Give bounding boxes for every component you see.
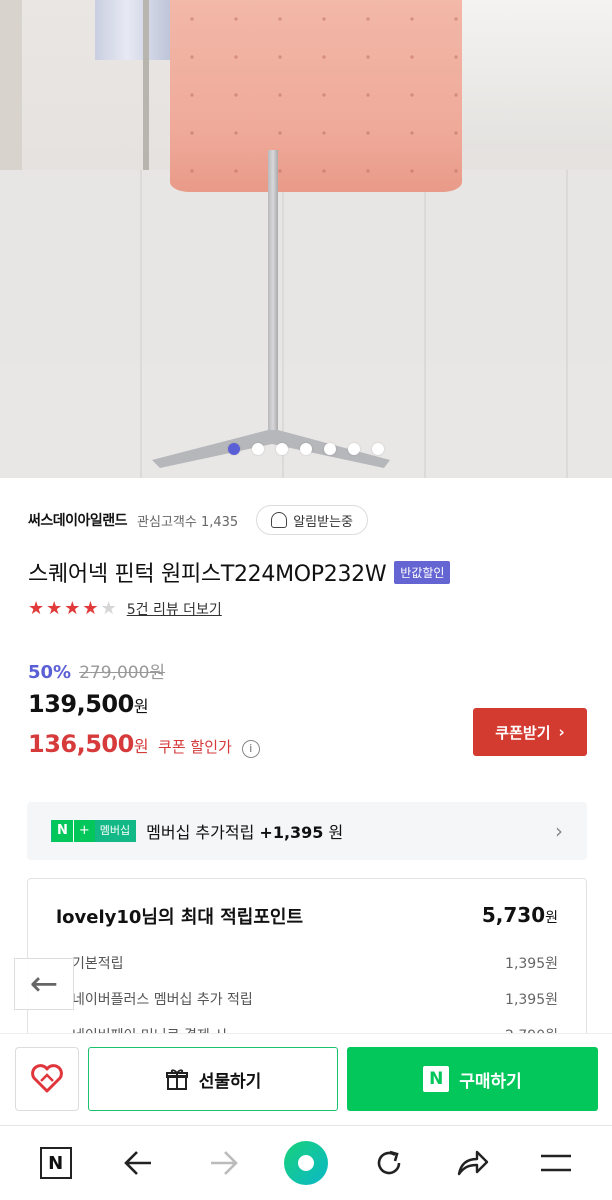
points-row-value: 1,395원 xyxy=(505,956,558,972)
product-title: 스퀘어넥 핀턱 원피스T224MOP232W xyxy=(28,562,387,587)
heart-icon xyxy=(31,1064,63,1093)
currency: 원 xyxy=(133,697,149,716)
gallery-dot[interactable] xyxy=(300,443,312,455)
mannequin-stand xyxy=(268,150,278,440)
membership-desc: 멤버십 추가적립 xyxy=(146,823,255,842)
coupon-price-row: 136,500원 쿠폰 할인가 i xyxy=(28,730,260,758)
share-icon xyxy=(457,1150,489,1176)
green-dot-button[interactable] xyxy=(281,1138,331,1188)
points-box: lovely10님의 최대 적립포인트 5,730원 기본적립 1,395원 네… xyxy=(27,878,587,1058)
coupon-button-label: 쿠폰받기 xyxy=(495,723,551,742)
points-row: 기본적립 1,395원 xyxy=(72,953,558,973)
membership-label: 멤버십 xyxy=(94,820,136,842)
buy-label: 구매하기 xyxy=(459,1071,522,1092)
forward-arrow-icon xyxy=(210,1151,238,1175)
naver-home-button[interactable]: N xyxy=(31,1138,81,1188)
points-total-value: 5,730 xyxy=(481,903,546,927)
membership-unit: 원 xyxy=(328,823,344,842)
bell-icon xyxy=(271,512,288,528)
gallery-dot[interactable] xyxy=(228,443,240,455)
points-row-label: 네이버플러스 멤버십 추가 적립 xyxy=(72,992,253,1008)
currency: 원 xyxy=(133,737,149,756)
sale-price: 139,500원 xyxy=(28,690,149,718)
gallery-dot[interactable] xyxy=(276,443,288,455)
gift-label: 선물하기 xyxy=(198,1071,262,1092)
star-icon: ★ xyxy=(64,598,81,619)
naver-n-icon: N xyxy=(52,820,73,842)
forward-button[interactable] xyxy=(198,1138,248,1188)
naver-pay-icon: N xyxy=(423,1066,450,1092)
coupon-price-value: 136,500 xyxy=(28,730,134,758)
rack-pole xyxy=(143,0,149,170)
discount-rate: 50% xyxy=(28,662,72,683)
background-decor xyxy=(462,0,612,150)
membership-amount: +1,395 xyxy=(259,823,324,842)
gallery-dot[interactable] xyxy=(348,443,360,455)
points-unit: 원 xyxy=(545,910,558,926)
clothes-rack xyxy=(95,0,175,60)
naver-plus-badge: N + 멤버십 xyxy=(51,820,137,842)
review-link[interactable]: 5건 리뷰 더보기 xyxy=(127,599,222,619)
wishlist-button[interactable] xyxy=(15,1047,79,1111)
gift-button[interactable]: 선물하기 xyxy=(88,1047,338,1111)
product-title-row: 스퀘어넥 핀턱 원피스T224MOP232W 반값할인 xyxy=(28,556,451,588)
star-icon: ★ xyxy=(100,598,117,619)
original-price: 279,000원 xyxy=(79,663,166,683)
chevron-right-icon: › xyxy=(555,819,563,843)
buy-button[interactable]: N 구매하기 xyxy=(347,1047,598,1111)
half-price-badge: 반값할인 xyxy=(394,560,451,584)
star-rating: ★ ★ ★ ★ ★ xyxy=(28,598,117,619)
gallery-dot[interactable] xyxy=(372,443,384,455)
watchers-count: 관심고객수 1,435 xyxy=(137,514,239,530)
discount-row: 50% 279,000원 xyxy=(28,658,165,683)
star-icon: ★ xyxy=(46,598,63,619)
gallery-dot[interactable] xyxy=(324,443,336,455)
points-row-value: 1,395원 xyxy=(505,992,558,1008)
hamburger-icon xyxy=(541,1154,572,1172)
product-image[interactable] xyxy=(0,0,612,478)
points-total: 5,730원 xyxy=(482,903,558,927)
share-button[interactable] xyxy=(448,1138,498,1188)
alarm-button[interactable]: 알림받는중 xyxy=(256,505,369,535)
naver-n-icon: N xyxy=(39,1147,72,1179)
menu-button[interactable] xyxy=(531,1138,581,1188)
membership-banner[interactable]: N + 멤버십 멤버십 추가적립 +1,395 원 › xyxy=(27,802,587,860)
store-info: 써스데이아일랜드 관심고객수 1,435 알림받는중 xyxy=(28,505,369,535)
coupon-button[interactable]: 쿠폰받기 › xyxy=(473,708,587,756)
refresh-button[interactable] xyxy=(364,1138,414,1188)
membership-text: 멤버십 추가적립 +1,395 원 xyxy=(146,819,343,843)
coupon-label: 쿠폰 할인가 xyxy=(158,738,232,756)
points-row-label: 기본적립 xyxy=(72,956,124,972)
info-icon[interactable]: i xyxy=(241,739,260,758)
dress xyxy=(170,0,462,192)
rating-row: ★ ★ ★ ★ ★ 5건 리뷰 더보기 xyxy=(28,598,222,619)
star-icon: ★ xyxy=(82,598,99,619)
wall-decor xyxy=(0,0,22,170)
gift-icon xyxy=(165,1069,188,1090)
star-icon: ★ xyxy=(28,598,45,619)
back-arrow-icon[interactable]: ← xyxy=(14,958,74,1010)
back-arrow-icon xyxy=(124,1151,152,1175)
coupon-price: 136,500원 xyxy=(28,730,149,758)
gallery-pagination[interactable] xyxy=(0,443,612,455)
browser-nav: N xyxy=(0,1125,612,1200)
alarm-label: 알림받는중 xyxy=(293,514,354,530)
store-name[interactable]: 써스데이아일랜드 xyxy=(28,510,128,530)
green-dot-icon xyxy=(283,1141,328,1185)
back-button[interactable] xyxy=(114,1138,164,1188)
refresh-icon xyxy=(378,1150,401,1175)
gallery-dot[interactable] xyxy=(252,443,264,455)
points-title: lovely10님의 최대 적립포인트 xyxy=(56,907,304,928)
action-bar: 선물하기 N 구매하기 xyxy=(0,1033,612,1125)
sale-price-value: 139,500 xyxy=(28,690,134,718)
points-row[interactable]: 네이버플러스 멤버십 추가 적립 1,395원 xyxy=(72,989,558,1009)
plus-icon: + xyxy=(72,820,95,842)
chevron-right-icon: › xyxy=(558,723,565,741)
